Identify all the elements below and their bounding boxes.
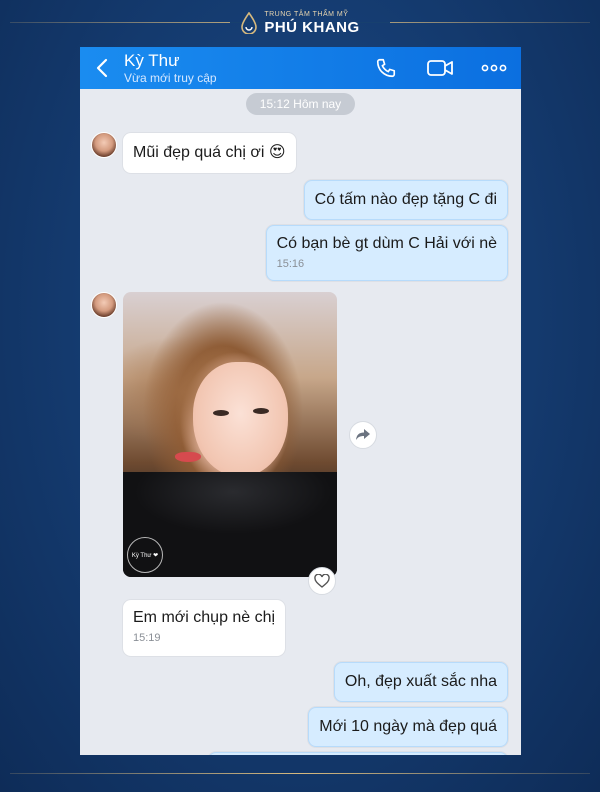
contact-name: Kỳ Thư (124, 50, 180, 70)
drop-logo-icon (240, 11, 258, 35)
contact-info[interactable]: Kỳ Thư Vừa mới truy cập (124, 51, 359, 86)
brand-name: PHÚ KHANG (264, 19, 360, 36)
chevron-left-icon (96, 58, 108, 78)
message-bubble[interactable]: Oh, đẹp xuất sắc nha (333, 662, 508, 702)
share-arrow-icon (356, 429, 370, 440)
share-button[interactable] (349, 421, 377, 449)
photo-watermark: Kỳ Thư ❤ (127, 537, 163, 573)
video-camera-icon (427, 60, 453, 76)
video-call-button[interactable] (413, 47, 467, 89)
photo-message[interactable]: Kỳ Thư ❤ (123, 292, 337, 577)
message-text: Em mới chụp nè chị (133, 609, 276, 626)
more-dots-icon (481, 64, 507, 72)
message-text: Mũi đẹp quá chị ơi 😍 (133, 144, 286, 161)
message-text: Oh, đẹp xuất sắc nha (344, 673, 497, 690)
message-text: Mới 10 ngày mà đẹp quá (319, 718, 497, 735)
voice-call-button[interactable] (359, 47, 413, 89)
message-bubble[interactable]: Có tấm nào đẹp tặng C đi (303, 180, 508, 220)
message-bubble[interactable]: Mới 10 ngày mà đẹp quá (308, 707, 508, 747)
message-bubble-partial[interactable] (208, 752, 508, 755)
contact-status: Vừa mới truy cập (124, 70, 217, 85)
bottom-gold-rule (10, 773, 590, 774)
date-divider: 15:12 Hôm nay (246, 93, 355, 115)
contact-avatar[interactable] (91, 132, 117, 158)
brand-tagline: TRUNG TÂM THẨM MỸ (264, 11, 349, 18)
back-button[interactable] (80, 47, 124, 89)
more-options-button[interactable] (467, 47, 521, 89)
contact-avatar[interactable] (91, 292, 117, 318)
message-bubble[interactable]: Có bạn bè gt dùm C Hải với nè 15:16 (265, 225, 508, 281)
chat-screen: Kỳ Thư Vừa mới truy cập 15:12 Hôm nay Mũ… (80, 47, 521, 755)
message-text: Có tấm nào đẹp tặng C đi (314, 191, 497, 208)
like-button[interactable] (308, 567, 336, 595)
phone-icon (376, 58, 396, 78)
message-bubble[interactable]: Em mới chụp nè chị 15:19 (123, 600, 286, 656)
message-text: Có bạn bè gt dùm C Hải với nè (276, 235, 497, 252)
brand-logo: TRUNG TÂM THẨM MỸ PHÚ KHANG (0, 6, 600, 40)
message-time: 15:19 (133, 632, 161, 644)
message-time: 15:16 (276, 258, 305, 270)
message-bubble[interactable]: Mũi đẹp quá chị ơi 😍 (123, 133, 296, 173)
chat-header: Kỳ Thư Vừa mới truy cập (80, 47, 521, 89)
heart-icon (314, 574, 330, 588)
